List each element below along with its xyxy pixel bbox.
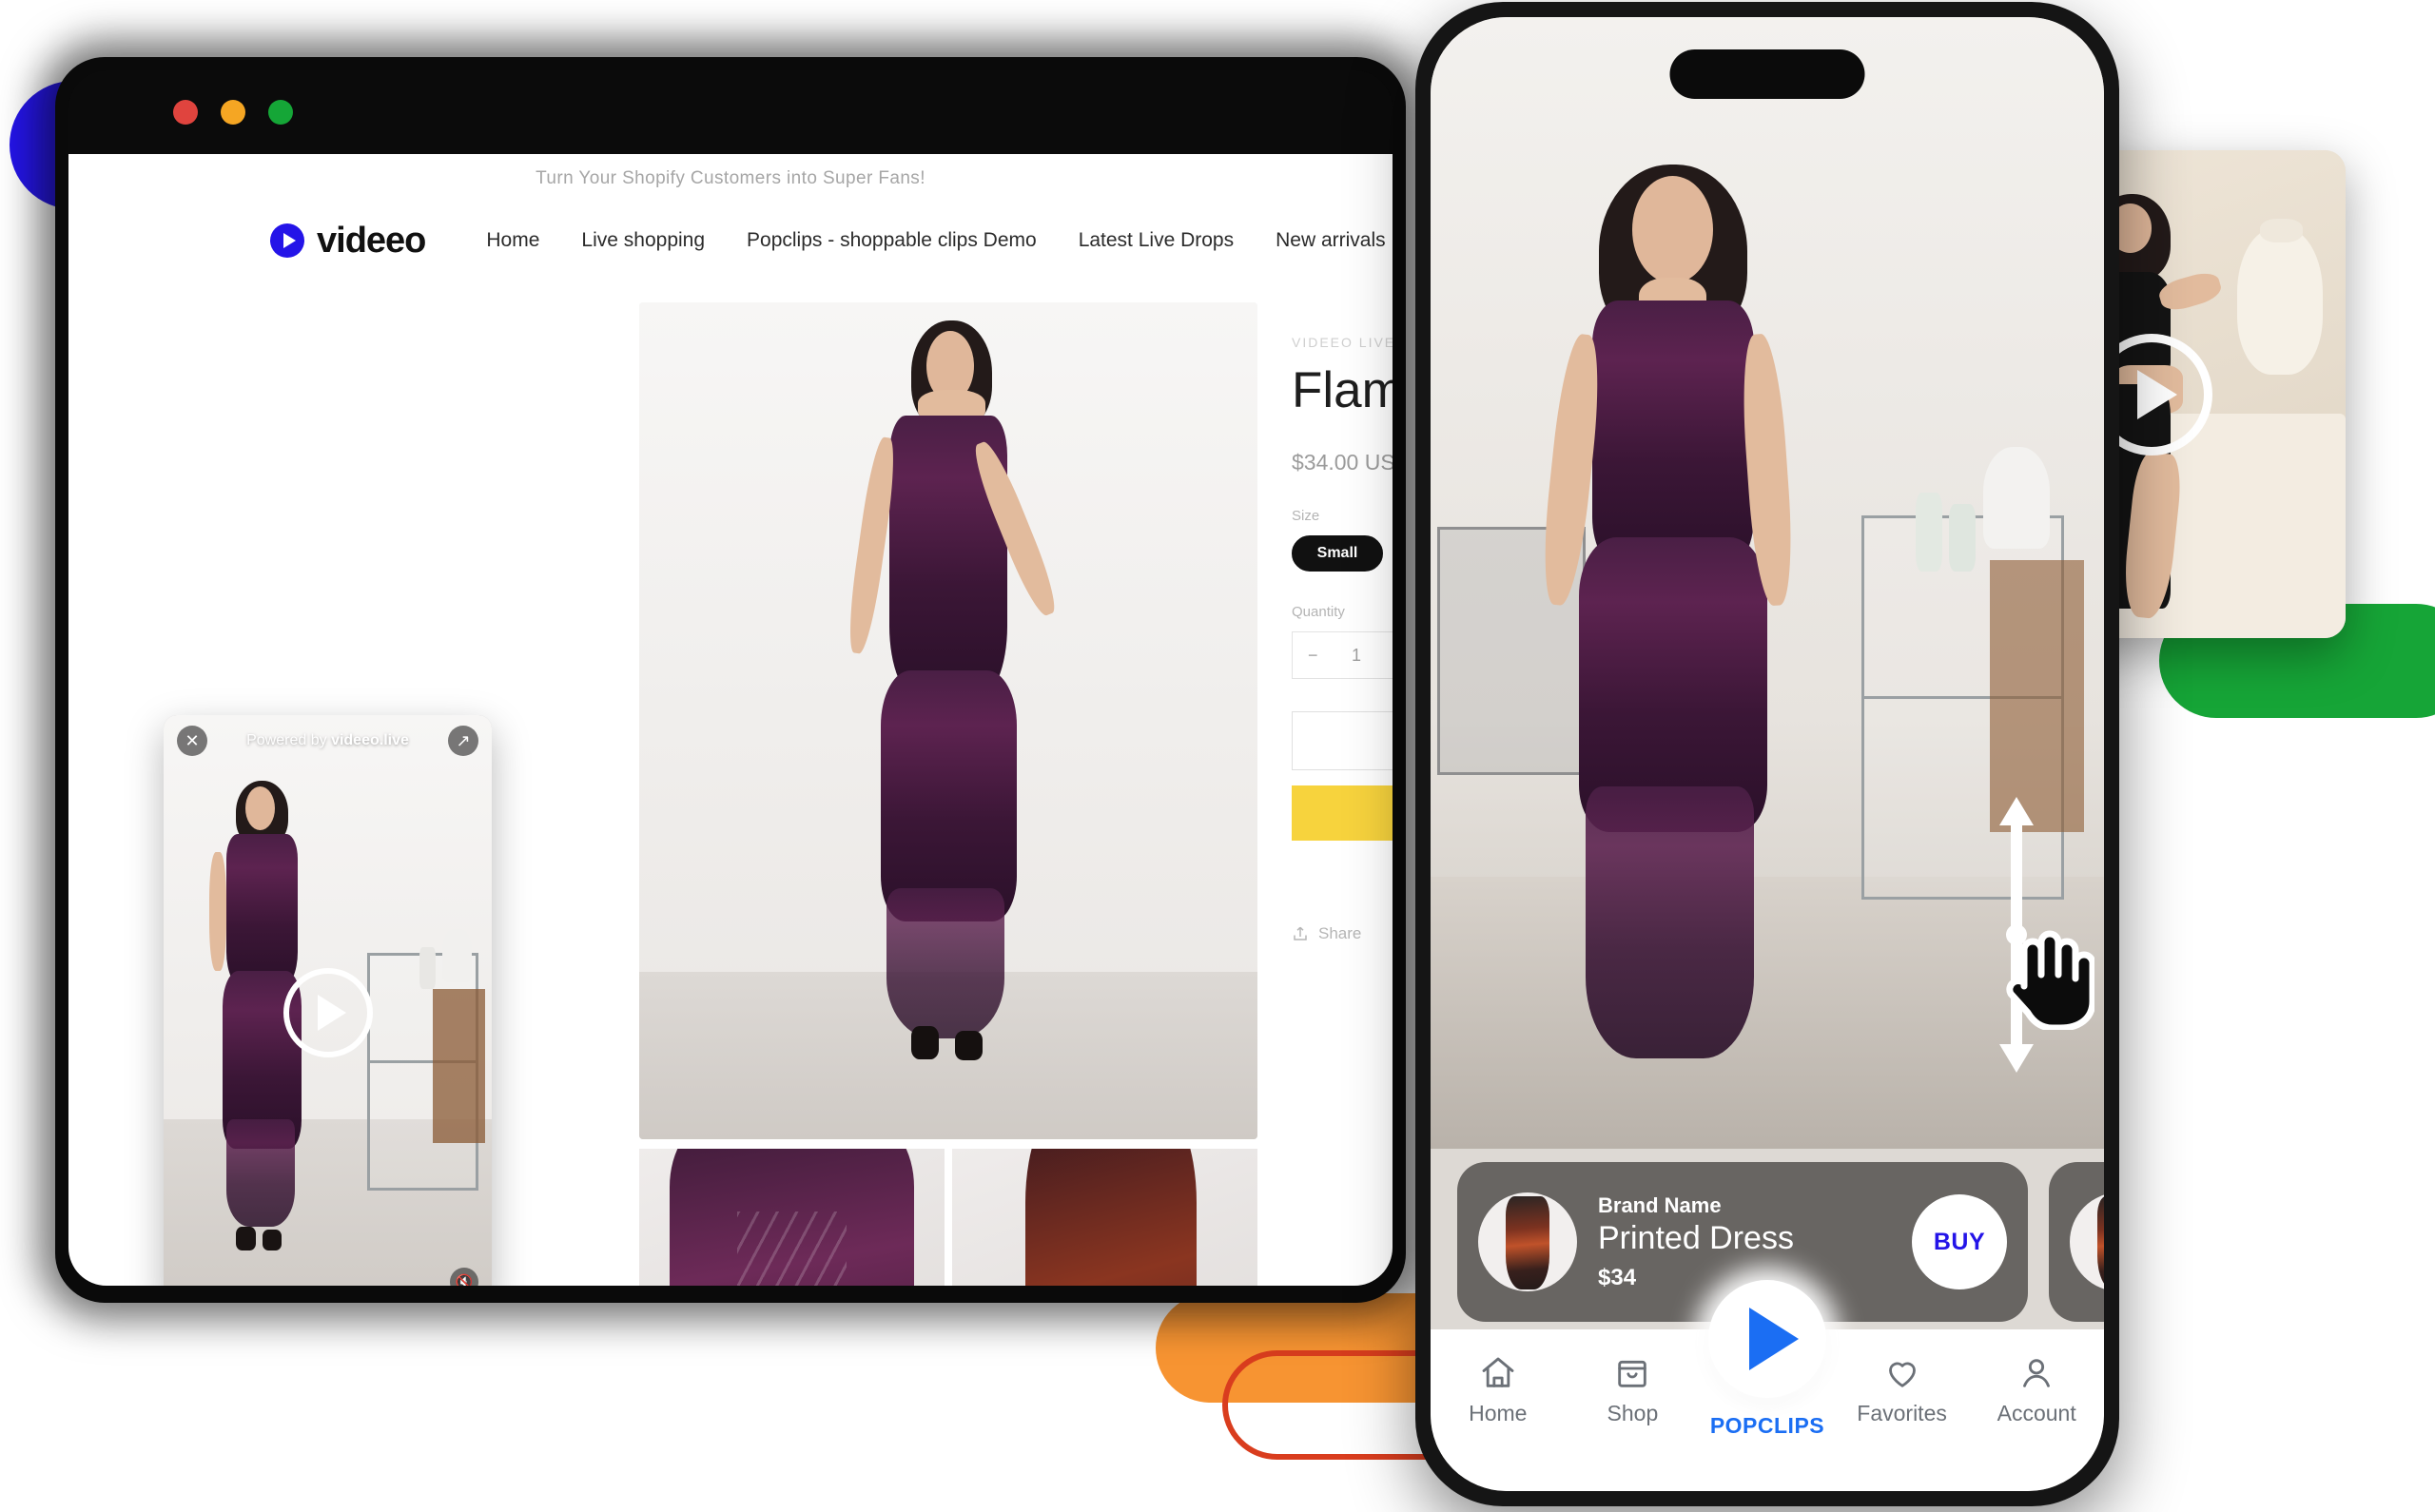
laptop-mockup: Turn Your Shopify Customers into Super F… [55,57,1406,1303]
model-photo [639,302,1257,1139]
widget-credit-prefix: Powered by [246,732,327,748]
size-option-label: Size [1292,508,1320,524]
product-card-name: Printed Dress [1598,1219,1794,1256]
tab-popclips-label: POPCLIPS [1709,1413,1825,1438]
product-vendor: VIDEEO LIVE [1292,335,1393,350]
popclips-play-fab[interactable] [1707,1280,1826,1398]
product-info-panel: VIDEEO LIVE Flame Printed $34.00 USD Siz… [1292,302,1393,1286]
window-maximize-button[interactable] [268,100,293,125]
nav-item-home[interactable]: Home [486,229,539,252]
more-payment-options-link[interactable]: More payment options [1292,862,1393,879]
product-thumbnail[interactable] [639,1149,945,1286]
widget-play-button[interactable] [282,967,373,1057]
tab-shop-label: Shop [1607,1401,1659,1425]
share-control[interactable]: Share [1292,924,1393,943]
tab-favorites[interactable]: Favorites [1835,1354,1970,1426]
window-minimize-button[interactable] [221,100,245,125]
add-to-cart-button[interactable]: Add to cart [1292,711,1393,770]
close-icon[interactable]: ✕ [177,726,207,756]
home-icon [1482,1357,1514,1387]
product-gallery [639,302,1257,1286]
share-icon [1294,926,1307,940]
window-close-button[interactable] [173,100,198,125]
product-thumbnail-row [639,1149,1257,1286]
quantity-value: 1 [1351,645,1361,665]
buy-with-paypal-button[interactable]: Buy with PayPal [1292,785,1393,841]
nav-item-latest-live-drops[interactable]: Latest Live Drops [1079,229,1234,252]
widget-credit-brand: videeo.live [331,732,409,748]
product-card-thumbnail [1478,1192,1577,1291]
quantity-label: Quantity [1292,604,1345,620]
site-navigation: videeo Home Live shopping Popclips - sho… [68,204,1393,278]
tab-favorites-label: Favorites [1857,1401,1947,1425]
product-card-text: Brand Name Printed Dress $34 [1598,1193,1891,1291]
shopping-bag-icon [1618,1360,1647,1387]
phone-notch [1669,49,1865,99]
nav-item-live-shopping[interactable]: Live shopping [581,229,705,252]
phone-mockup: Brand Name Printed Dress $34 BUY Home Sh… [1415,2,2119,1506]
product-card-thumbnail [2070,1192,2104,1291]
widget-topbar: ✕ Powered by videeo.live ↗ [164,715,492,766]
promo-banner: Turn Your Shopify Customers into Super F… [536,168,925,188]
phone-screen: Brand Name Printed Dress $34 BUY Home Sh… [1431,17,2104,1491]
brand-wordmark: videeo [317,220,426,261]
screenshot-root: Turn Your Shopify Customers into Super F… [0,0,2435,1512]
tab-home[interactable]: Home [1431,1354,1566,1426]
play-circle-icon [270,223,304,258]
widget-credit-label: Powered by videeo.live [246,732,409,749]
product-card-next[interactable] [2049,1162,2104,1322]
bottom-tab-bar: Home Shop POPCLIPS Favorites Account [1431,1280,2104,1491]
share-label: Share [1318,924,1362,942]
size-options: Small Medium Large X-Large [1292,535,1393,572]
product-price: $34.00 USD [1292,450,1393,475]
person-icon [2023,1359,2051,1387]
nav-item-popclips-demo[interactable]: Popclips - shoppable clips Demo [747,229,1037,252]
buy-button[interactable]: BUY [1912,1194,2007,1289]
tab-home-label: Home [1469,1401,1528,1425]
popclip-floating-widget[interactable]: ✕ Powered by videeo.live ↗ 🔇 [164,715,492,1286]
product-title: Flame Printed [1292,362,1393,418]
tab-account-label: Account [1997,1401,2076,1425]
tab-shop[interactable]: Shop [1566,1354,1701,1426]
videeo-logo[interactable]: videeo [270,220,426,262]
product-thumbnail[interactable] [952,1149,1257,1286]
nav-links: Home Live shopping Popclips - shoppable … [486,229,1385,252]
browser-window: Turn Your Shopify Customers into Super F… [68,70,1393,1286]
product-hero-image[interactable] [639,302,1257,1139]
heart-icon [1888,1362,1916,1387]
size-option-small[interactable]: Small [1292,535,1383,572]
product-card-brand: Brand Name [1598,1192,1722,1217]
quantity-decrement-button[interactable]: − [1308,646,1318,666]
tab-account[interactable]: Account [1969,1354,2104,1426]
nav-item-new-arrivals[interactable]: New arrivals [1276,229,1386,252]
browser-viewport: Turn Your Shopify Customers into Super F… [68,154,1393,1286]
hand-cursor-icon [2003,925,2096,1035]
expand-icon[interactable]: ↗ [448,726,478,756]
browser-titlebar [68,70,1393,154]
quantity-stepper[interactable]: − 1 + [1292,631,1393,679]
